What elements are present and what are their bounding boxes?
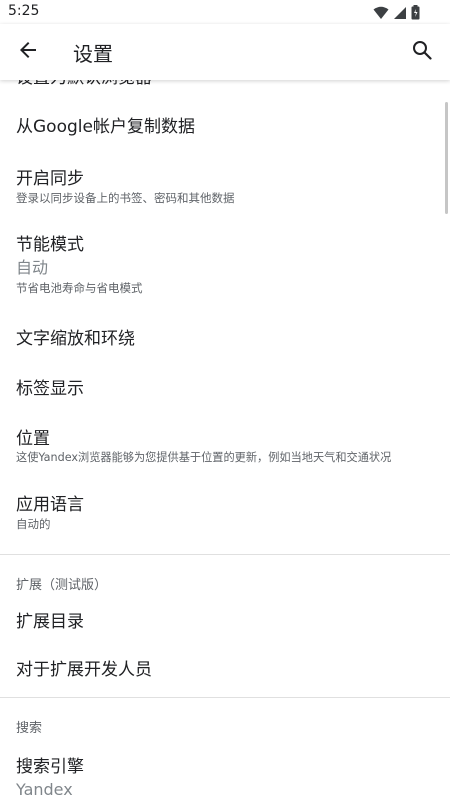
settings-list[interactable]: 设置为默认浏览器 从Google帐户复制数据 开启同步 登录以同步设备上的书签、… bbox=[0, 80, 450, 800]
setting-power-saving-title: 节能模式 bbox=[16, 235, 84, 255]
battery-icon bbox=[411, 5, 420, 24]
app-bar: 设置 bbox=[0, 24, 450, 80]
setting-sync[interactable]: 开启同步 登录以同步设备上的书签、密码和其他数据 bbox=[0, 152, 450, 220]
setting-search-engine-title: 搜索引擎 bbox=[16, 757, 84, 777]
setting-copy-google-data-title: 从Google帐户复制数据 bbox=[16, 117, 195, 137]
setting-app-language-title: 应用语言 bbox=[16, 495, 84, 515]
setting-extension-developers[interactable]: 对于扩展开发人员 bbox=[0, 645, 450, 697]
setting-location-title: 位置 bbox=[16, 429, 50, 449]
back-button[interactable] bbox=[6, 28, 50, 76]
setting-default-browser-title: 设置为默认浏览器 bbox=[16, 80, 434, 89]
signal-icon bbox=[393, 5, 407, 24]
section-header-search: 搜索 bbox=[16, 721, 43, 736]
setting-default-browser[interactable]: 设置为默认浏览器 bbox=[0, 80, 450, 102]
setting-power-saving-value: 自动 bbox=[16, 258, 49, 277]
section-header-extensions: 扩展（测试版） bbox=[16, 578, 108, 593]
setting-copy-google-data[interactable]: 从Google帐户复制数据 bbox=[0, 102, 450, 152]
setting-tab-display[interactable]: 标签显示 bbox=[0, 364, 450, 414]
arrow-back-icon bbox=[18, 40, 38, 64]
search-button[interactable] bbox=[400, 28, 444, 76]
search-icon bbox=[412, 40, 432, 64]
setting-text-scaling[interactable]: 文字缩放和环绕 bbox=[0, 314, 450, 364]
setting-power-saving[interactable]: 节能模式 自动 节省电池寿命与省电模式 bbox=[0, 220, 450, 314]
setting-location[interactable]: 位置 这使Yandex浏览器能够为您提供基于位置的更新，例如当地天气和交通状况 bbox=[0, 414, 450, 482]
setting-tab-display-title: 标签显示 bbox=[16, 379, 84, 399]
setting-app-language[interactable]: 应用语言 自动的 bbox=[0, 482, 450, 554]
status-icons bbox=[373, 5, 420, 24]
setting-app-language-summary: 自动的 bbox=[16, 517, 51, 531]
setting-power-saving-summary: 节省电池寿命与省电模式 bbox=[16, 281, 143, 295]
setting-search-engine[interactable]: 搜索引擎 Yandex bbox=[0, 738, 450, 800]
setting-text-scaling-title: 文字缩放和环绕 bbox=[16, 329, 135, 349]
scrollbar[interactable] bbox=[445, 102, 448, 214]
setting-extension-developers-title: 对于扩展开发人员 bbox=[16, 660, 152, 680]
setting-extensions-catalog[interactable]: 扩展目录 bbox=[0, 595, 450, 645]
status-time: 5:25 bbox=[8, 3, 40, 19]
setting-sync-title: 开启同步 bbox=[16, 169, 84, 189]
wifi-icon bbox=[373, 5, 389, 24]
setting-search-engine-value: Yandex bbox=[16, 780, 73, 799]
status-bar: 5:25 bbox=[0, 0, 450, 24]
setting-sync-summary: 登录以同步设备上的书签、密码和其他数据 bbox=[16, 191, 235, 205]
page-title: 设置 bbox=[73, 42, 113, 66]
setting-extensions-catalog-title: 扩展目录 bbox=[16, 612, 84, 632]
setting-location-summary: 这使Yandex浏览器能够为您提供基于位置的更新，例如当地天气和交通状况 bbox=[16, 451, 392, 464]
